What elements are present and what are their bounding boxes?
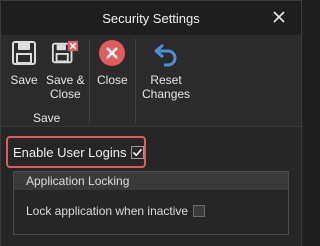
window-title: Security Settings [102,10,200,26]
reset-changes-label: Reset Changes [142,73,191,101]
save-and-close-label: Save & Close [46,73,85,101]
close-button[interactable]: Close [97,39,128,87]
save-icon [10,39,38,67]
title-bar: Security Settings [1,1,301,35]
enable-user-logins-checkbox[interactable]: Enable User Logins [13,145,145,160]
ribbon-toolbar: Save Save & Close Save Close Reset Chang… [1,35,301,127]
application-locking-group: Application Locking Lock application whe… [13,171,289,235]
ribbon-separator [135,39,136,123]
ribbon-separator [89,39,90,123]
settings-content: Enable User Logins Application Locking L… [1,128,301,246]
close-icon[interactable] [271,9,287,25]
undo-icon [152,39,180,67]
security-settings-window: Security Settings Save Save & Close Save… [0,0,302,246]
save-button[interactable]: Save [10,39,38,87]
save-close-icon [51,39,79,67]
enable-user-logins-label: Enable User Logins [13,145,127,160]
checkbox-unchecked[interactable] [193,205,206,217]
save-button-label: Save [10,73,38,87]
reset-changes-button[interactable]: Reset Changes [142,39,190,101]
close-circle-icon [98,39,126,67]
lock-when-inactive-label: Lock application when inactive [26,204,189,218]
save-group-label: Save [33,111,61,125]
application-locking-header: Application Locking [14,172,288,190]
close-button-label: Close [97,73,128,87]
lock-when-inactive-checkbox[interactable]: Lock application when inactive [26,204,206,218]
save-and-close-button[interactable]: Save & Close [46,39,85,101]
checkbox-checked[interactable] [131,146,145,159]
